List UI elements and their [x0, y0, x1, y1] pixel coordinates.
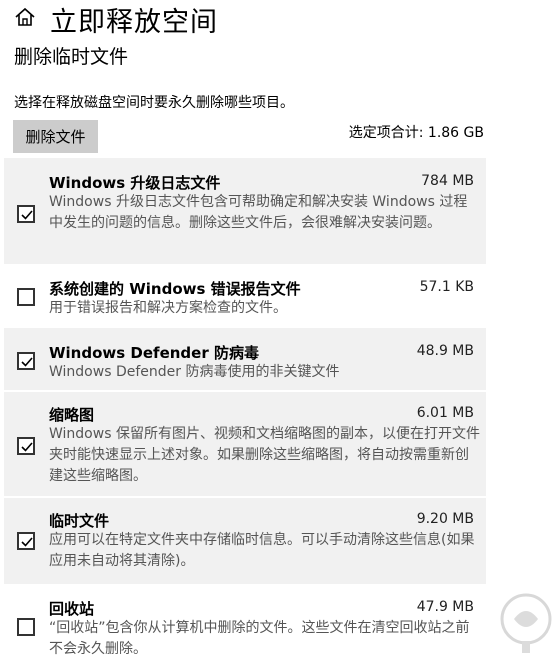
item-title: 缩略图: [49, 406, 95, 424]
item-size: 6.01 MB: [416, 405, 474, 421]
item-title: 回收站: [49, 600, 95, 618]
item-size: 9.20 MB: [416, 511, 474, 527]
selected-total: 选定项合计: 1.86 GB: [348, 125, 484, 141]
item-title: Windows Defender 防病毒: [49, 344, 259, 362]
checkbox[interactable]: [17, 437, 35, 455]
item-size: 48.9 MB: [416, 343, 474, 359]
item-size: 57.1 KB: [419, 279, 474, 295]
item-description: 用于错误报告和解决方案检查的文件。: [49, 300, 287, 316]
item-title: 临时文件: [49, 512, 110, 530]
delete-files-button[interactable]: 删除文件: [13, 120, 98, 153]
item-size: 47.9 MB: [416, 599, 474, 615]
home-icon[interactable]: [14, 6, 50, 32]
item-description: “回收站”包含你从计算机中删除的文件。这些文件在清空回收站之前不会永久删除。: [49, 620, 470, 657]
list-item[interactable]: Windows 升级日志文件 784 MB Windows 升级日志文件包含可帮…: [4, 158, 486, 264]
item-description: Windows 保留所有图片、视频和文档缩略图的副本，以便在打开文件夹时能快速显…: [49, 426, 480, 484]
watermark-logo: [500, 593, 552, 653]
checkbox[interactable]: [17, 288, 35, 306]
checkbox[interactable]: [17, 352, 35, 370]
list-item[interactable]: 临时文件 9.20 MB 应用可以在特定文件夹中存储临时信息。可以手动清除这些信…: [4, 498, 486, 584]
section-title: 删除临时文件: [14, 46, 129, 68]
item-description: Windows 升级日志文件包含可帮助确定和解决安装 Windows 过程中发生…: [49, 194, 468, 231]
list-item[interactable]: 系统创建的 Windows 错误报告文件 57.1 KB 用于错误报告和解决方案…: [4, 266, 486, 326]
list-item[interactable]: 回收站 47.9 MB “回收站”包含你从计算机中删除的文件。这些文件在清空回收…: [4, 588, 486, 657]
page-title: 立即释放空间: [50, 6, 218, 38]
checkbox[interactable]: [17, 205, 35, 223]
list-item[interactable]: 缩略图 6.01 MB Windows 保留所有图片、视频和文档缩略图的副本，以…: [4, 392, 486, 496]
header: 立即释放空间: [14, 2, 218, 38]
description-text: 选择在释放磁盘空间时要永久删除哪些项目。: [14, 95, 294, 111]
item-description: Windows Defender 防病毒使用的非关键文件: [49, 364, 340, 380]
item-title: 系统创建的 Windows 错误报告文件: [49, 280, 301, 298]
item-description: 应用可以在特定文件夹中存储临时信息。可以手动清除这些信息(如果应用未自动将其清除…: [49, 532, 475, 569]
checkbox[interactable]: [17, 532, 35, 550]
item-size: 784 MB: [421, 173, 474, 189]
list-item[interactable]: Windows Defender 防病毒 48.9 MB Windows Def…: [4, 328, 486, 390]
item-title: Windows 升级日志文件: [49, 174, 221, 192]
checkbox[interactable]: [17, 618, 35, 636]
